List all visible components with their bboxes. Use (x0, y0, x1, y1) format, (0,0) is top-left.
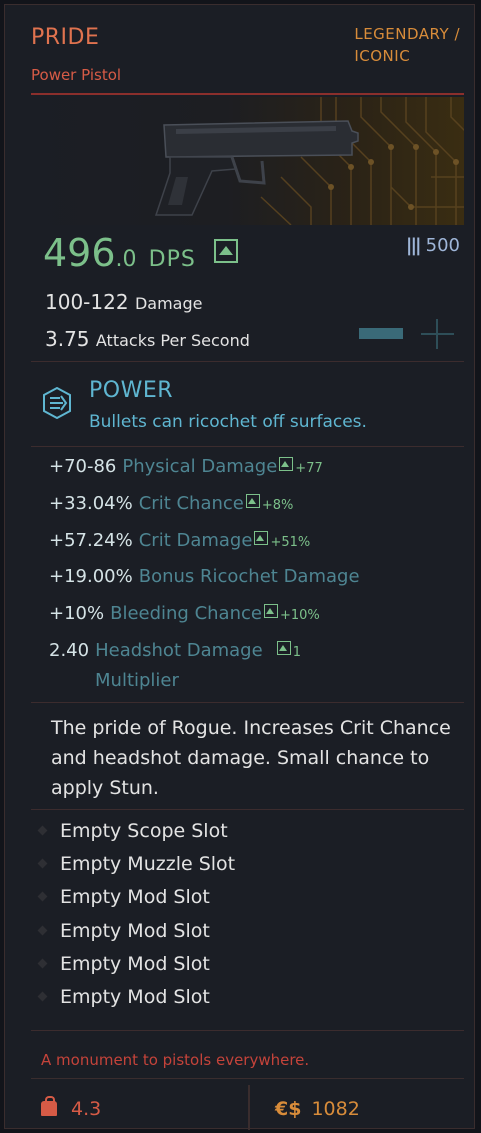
section-divider (31, 446, 464, 447)
slot-label: Empty Mod Slot (60, 920, 210, 942)
footer-separator (248, 1085, 250, 1130)
upgrade-arrow-icon (276, 641, 291, 655)
attribute-name-line2: Multiplier (95, 670, 179, 691)
slot-label: Empty Mod Slot (60, 953, 210, 975)
mod-slot[interactable]: Empty Mod Slot (37, 986, 210, 1008)
attribute-name: Crit Damage (138, 530, 253, 551)
power-weapon-icon (43, 387, 71, 419)
attribute-bonus: +77 (295, 461, 323, 476)
slot-diamond-icon (37, 958, 48, 969)
damage-value: 100-122 (45, 290, 129, 314)
attribute-row: +33.04% Crit Chance +8% (49, 493, 293, 514)
attribute-name: Physical Damage (122, 456, 278, 477)
attribute-value: +57.24% (49, 530, 133, 551)
attribute-value: 2.40 (49, 640, 90, 661)
slot-label: Empty Muzzle Slot (60, 853, 236, 875)
attribute-row: 2.40 Headshot Damage 1 (49, 640, 301, 661)
weight-value: 4.3 (71, 1098, 102, 1120)
flavor-text: A monument to pistols everywhere. (41, 1051, 310, 1069)
item-name: PRIDE (31, 25, 100, 50)
eurodollar-icon: €$ (275, 1098, 302, 1120)
item-tooltip-card: PRIDE Power Pistol LEGENDARY / ICONIC 49… (4, 4, 475, 1130)
rarity-iconic: ICONIC (354, 47, 411, 65)
attribute-name: Crit Chance (138, 493, 244, 514)
attribute-value: +19.00% (49, 566, 133, 587)
attribute-value: +70-86 (49, 456, 117, 477)
ammo-value: 500 (425, 235, 460, 256)
ammo-count: ||| 500 (406, 235, 460, 256)
aps-label: Attacks Per Second (95, 331, 250, 350)
slot-label: Empty Mod Slot (60, 986, 210, 1008)
mod-slot[interactable]: Empty Mod Slot (37, 886, 210, 908)
damage-stat: 100-122 Damage (45, 290, 202, 314)
attribute-row: +70-86 Physical Damage +77 (49, 456, 323, 477)
rarity-tier: LEGENDARY / (354, 25, 460, 43)
attribute-name: Bonus Ricochet Damage (138, 566, 360, 587)
section-divider (31, 702, 464, 703)
item-price: €$ 1082 (275, 1098, 360, 1120)
upgrade-arrow-icon (279, 457, 294, 471)
aps-value: 3.75 (45, 327, 90, 351)
attribute-bonus: 1 (292, 645, 301, 660)
upgrade-arrow-icon (254, 531, 269, 545)
attribute-bonus: +8% (261, 498, 294, 513)
mod-slot[interactable]: Empty Mod Slot (37, 953, 210, 975)
slot-diamond-icon (37, 825, 48, 836)
mod-slot[interactable]: Empty Muzzle Slot (37, 853, 236, 875)
price-value: 1082 (311, 1098, 360, 1120)
slot-label: Empty Mod Slot (60, 886, 210, 908)
section-divider (31, 1030, 464, 1031)
dps-unit: DPS (148, 247, 196, 272)
attribute-row: +10% Bleeding Chance +10% (49, 603, 320, 624)
attribute-name: Bleeding Chance (110, 603, 262, 624)
slot-diamond-icon (37, 991, 48, 1002)
slot-diamond-icon (37, 925, 48, 936)
mod-slot[interactable]: Empty Mod Slot (37, 920, 210, 942)
attribute-name-continued: Multiplier (95, 670, 179, 691)
section-divider (31, 809, 464, 810)
dps-value: 496.0 DPS (43, 231, 238, 275)
footer-divider (31, 1078, 464, 1079)
attribute-bonus: +51% (270, 535, 311, 550)
damage-label: Damage (134, 294, 203, 313)
item-weight: 4.3 (41, 1096, 102, 1120)
dps-integer: 496 (43, 231, 116, 275)
attribute-value: +33.04% (49, 493, 133, 514)
crosshair-icon (359, 319, 454, 349)
section-divider (31, 361, 464, 362)
attacks-per-second-stat: 3.75 Attacks Per Second (45, 327, 250, 351)
upgrade-arrow-icon (263, 604, 278, 618)
attribute-row: +57.24% Crit Damage +51% (49, 530, 310, 551)
pistol-icon (154, 120, 359, 216)
dps-decimal: .0 (115, 247, 137, 272)
power-description: Bullets can ricochet off surfaces. (89, 412, 367, 432)
attribute-name: Headshot Damage (95, 640, 263, 661)
power-name: POWER (89, 378, 174, 403)
attribute-value: +10% (49, 603, 105, 624)
item-description: The pride of Rogue. Increases Crit Chanc… (51, 717, 451, 799)
attribute-bonus: +10% (279, 608, 320, 623)
mod-slot[interactable]: Empty Scope Slot (37, 820, 228, 842)
slot-diamond-icon (37, 858, 48, 869)
header-divider (31, 93, 464, 95)
slot-diamond-icon (37, 891, 48, 902)
ammo-icon: ||| (405, 235, 422, 256)
attribute-row: +19.00% Bonus Ricochet Damage (49, 566, 360, 587)
item-rarity: LEGENDARY / ICONIC (354, 23, 460, 67)
slot-label: Empty Scope Slot (60, 820, 228, 842)
item-type: Power Pistol (31, 66, 122, 84)
weapon-preview (31, 97, 464, 225)
upgrade-arrow-icon (245, 494, 260, 508)
weight-icon (41, 1096, 57, 1116)
upgrade-arrow-icon (213, 239, 238, 263)
